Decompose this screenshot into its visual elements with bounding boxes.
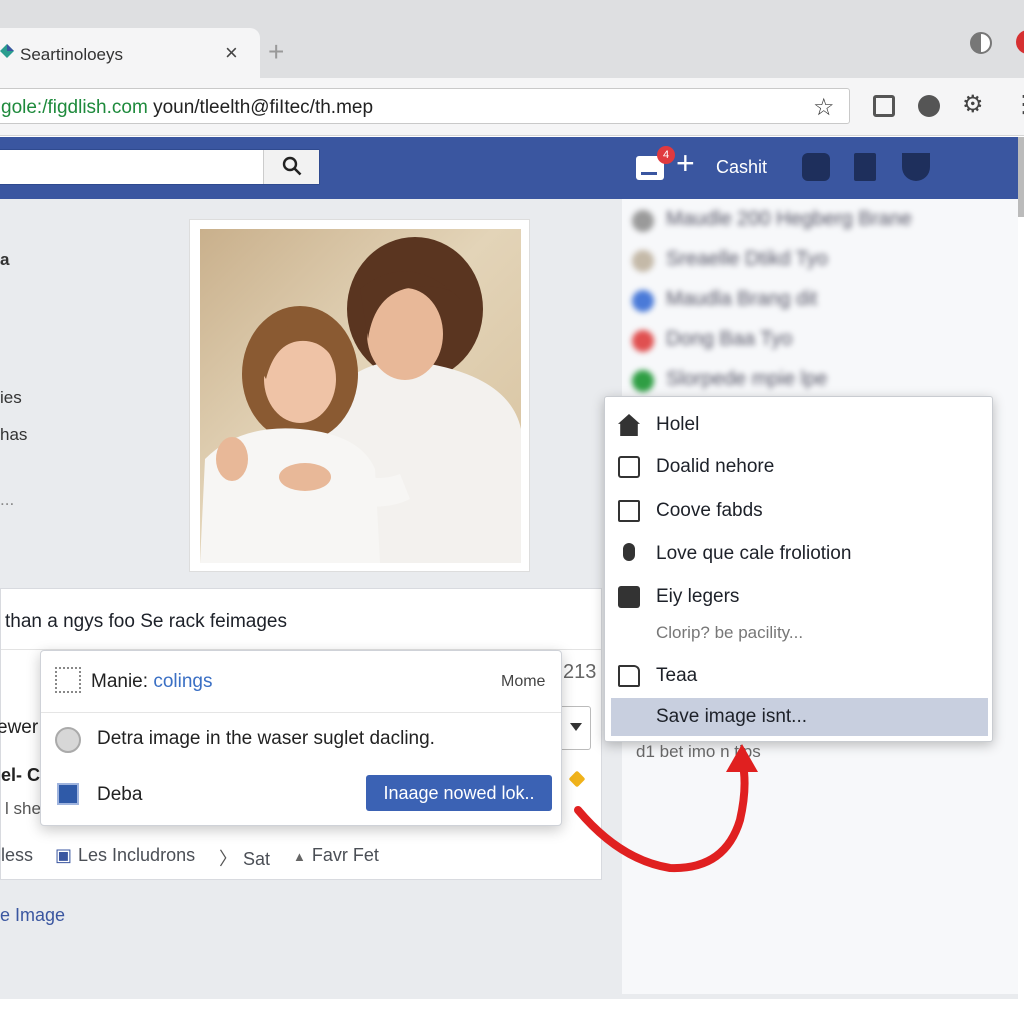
label-fragment: el- C <box>1 765 41 785</box>
card-icon <box>618 586 640 608</box>
menu-item-doalid-nehore[interactable]: Doalid nehore <box>605 447 992 487</box>
action-sat[interactable]: 〉 Sat <box>219 845 270 871</box>
action-label: less <box>1 845 34 865</box>
tab-title: Seartinoloeys <box>20 45 124 64</box>
add-icon[interactable]: + <box>676 147 695 179</box>
favicon-icon <box>0 44 14 58</box>
counter-text: 213 <box>563 661 597 683</box>
left-fragment-4: ... <box>0 490 15 509</box>
action-label: Sat <box>243 849 271 869</box>
blurred-text: Dong Baa Tyo <box>666 328 793 350</box>
search-button[interactable] <box>263 150 319 184</box>
action-favr-fet[interactable]: ▲ Favr Fet <box>293 845 379 866</box>
image-action-button[interactable]: Inaage nowed lok.. <box>366 775 552 811</box>
menu-item-label: Teaa <box>656 665 698 686</box>
checkbox-icon <box>618 500 640 522</box>
avatar <box>632 370 654 392</box>
popup-deba-label: Deba <box>97 784 143 805</box>
left-fragment-1: a <box>0 250 10 269</box>
browser-toolbar: gole:/figdlish.com youn/tleelth@fiItec/t… <box>0 78 1024 136</box>
blurred-text: Maudle 200 Hegberg Brane <box>666 208 912 230</box>
placeholder-image-icon <box>55 667 81 693</box>
search-icon <box>282 156 302 176</box>
left-fragment-2: ies <box>0 388 22 407</box>
menu-item-coove-fabds[interactable]: Coove fabds <box>605 491 992 531</box>
menu-icon[interactable]: ⋮ <box>1012 90 1024 118</box>
blurred-text: Maudla Brang dit <box>666 288 818 310</box>
friends-icon[interactable] <box>802 153 830 181</box>
photo-frame[interactable] <box>189 219 530 572</box>
text-fragment: l she <box>5 799 41 818</box>
popup-header: Manie: colings Mome <box>41 651 561 713</box>
annotation-arrow <box>574 744 758 873</box>
more-link[interactable]: Mome <box>501 673 545 691</box>
search-input[interactable] <box>0 149 320 185</box>
name-prefix: Manie: <box>91 671 154 692</box>
menu-item-teaa[interactable]: Teaa <box>605 656 992 696</box>
bookmark-star-icon[interactable]: ☆ <box>813 93 835 122</box>
popup-name-label: Manie: colings <box>91 671 212 693</box>
close-window-icon[interactable] <box>1016 30 1024 54</box>
tab-close-button[interactable]: × <box>225 40 238 66</box>
folder-icon <box>618 665 640 687</box>
cashit-link[interactable]: Cashit <box>716 157 767 178</box>
message-icon <box>618 456 640 478</box>
scrollbar[interactable] <box>1018 137 1024 217</box>
account-icon[interactable] <box>902 153 930 181</box>
home-icon <box>618 414 640 436</box>
extension-circle-icon[interactable] <box>918 95 940 117</box>
menu-item-label: Eiy legers <box>656 586 740 607</box>
url-text: gole:/figdlish.com youn/tleelth@fiItec/t… <box>1 97 373 119</box>
action-less[interactable]: less <box>1 845 33 866</box>
post-actions: less ▣ Les Includrons 〉 Sat ▲ Favr Fet <box>1 845 601 869</box>
menu-item-label: Save image isnt... <box>656 706 808 727</box>
name-value[interactable]: colings <box>153 671 212 692</box>
url-host: gole:/figdlish.com <box>1 97 148 118</box>
url-path: youn/tleelth@fiItec/th.mep <box>147 97 374 118</box>
site-header: 4 + Cashit <box>0 137 1018 199</box>
action-label: Les Includrons <box>78 845 196 865</box>
menu-item-label: Holel <box>656 414 700 435</box>
avatar <box>632 330 654 352</box>
extension-icon[interactable] <box>873 95 895 117</box>
blurred-text: Slorpede mpie lpe <box>666 368 828 390</box>
image-popup: Manie: colings Mome Detra image in the w… <box>40 650 562 826</box>
new-tab-button[interactable]: + <box>268 38 284 66</box>
popup-description: Detra image in the waser suglet dacling. <box>97 728 435 749</box>
menu-item-love-que-cale[interactable]: Love que cale froliotion <box>605 534 992 574</box>
window-control-icon[interactable] <box>970 32 992 54</box>
action-label: Favr Fet <box>311 845 379 865</box>
avatar <box>632 210 654 232</box>
context-menu: Holel Doalid nehore Coove fabds Love que… <box>604 396 993 742</box>
viewer-fragment: ewer <box>0 717 39 738</box>
menu-subtext: Clorip? be pacility... <box>656 623 804 642</box>
browser-tab[interactable]: Seartinoloeys × <box>0 28 260 78</box>
photo-image[interactable] <box>200 229 521 563</box>
microphone-icon <box>623 543 635 561</box>
image-icon <box>55 727 81 753</box>
document-icon <box>57 783 79 805</box>
menu-item-eiy-legers[interactable]: Eiy legers <box>605 577 992 617</box>
avatar <box>632 250 654 272</box>
favorite-icon: ▲ <box>293 849 306 864</box>
image-link[interactable]: e Image <box>0 905 65 926</box>
menu-item-label: Doalid nehore <box>656 456 775 477</box>
includrons-icon: ▣ <box>55 845 73 865</box>
messages-icon[interactable] <box>854 153 876 181</box>
browser-tab-strip: Seartinoloeys × + <box>0 0 1024 78</box>
menu-item-label: Love que cale froliotion <box>656 543 852 564</box>
action-includrons[interactable]: ▣ Les Includrons <box>55 845 195 866</box>
post-caption: than a ngys foo Se rack feimages <box>5 611 287 632</box>
blurred-text: Sreaelle Dtikd Tyo <box>666 248 828 270</box>
notification-badge: 4 <box>657 146 675 164</box>
chevron-right-icon: 〉 <box>219 849 237 869</box>
menu-item-holel[interactable]: Holel <box>605 405 992 445</box>
address-bar[interactable]: gole:/figdlish.com youn/tleelth@fiItec/t… <box>0 88 850 124</box>
avatar <box>632 290 654 312</box>
settings-gear-icon[interactable]: ⚙ <box>962 90 984 118</box>
photo-illustration <box>200 237 521 563</box>
left-fragment-3: has <box>0 425 28 444</box>
menu-item-label: Coove fabds <box>656 500 763 521</box>
